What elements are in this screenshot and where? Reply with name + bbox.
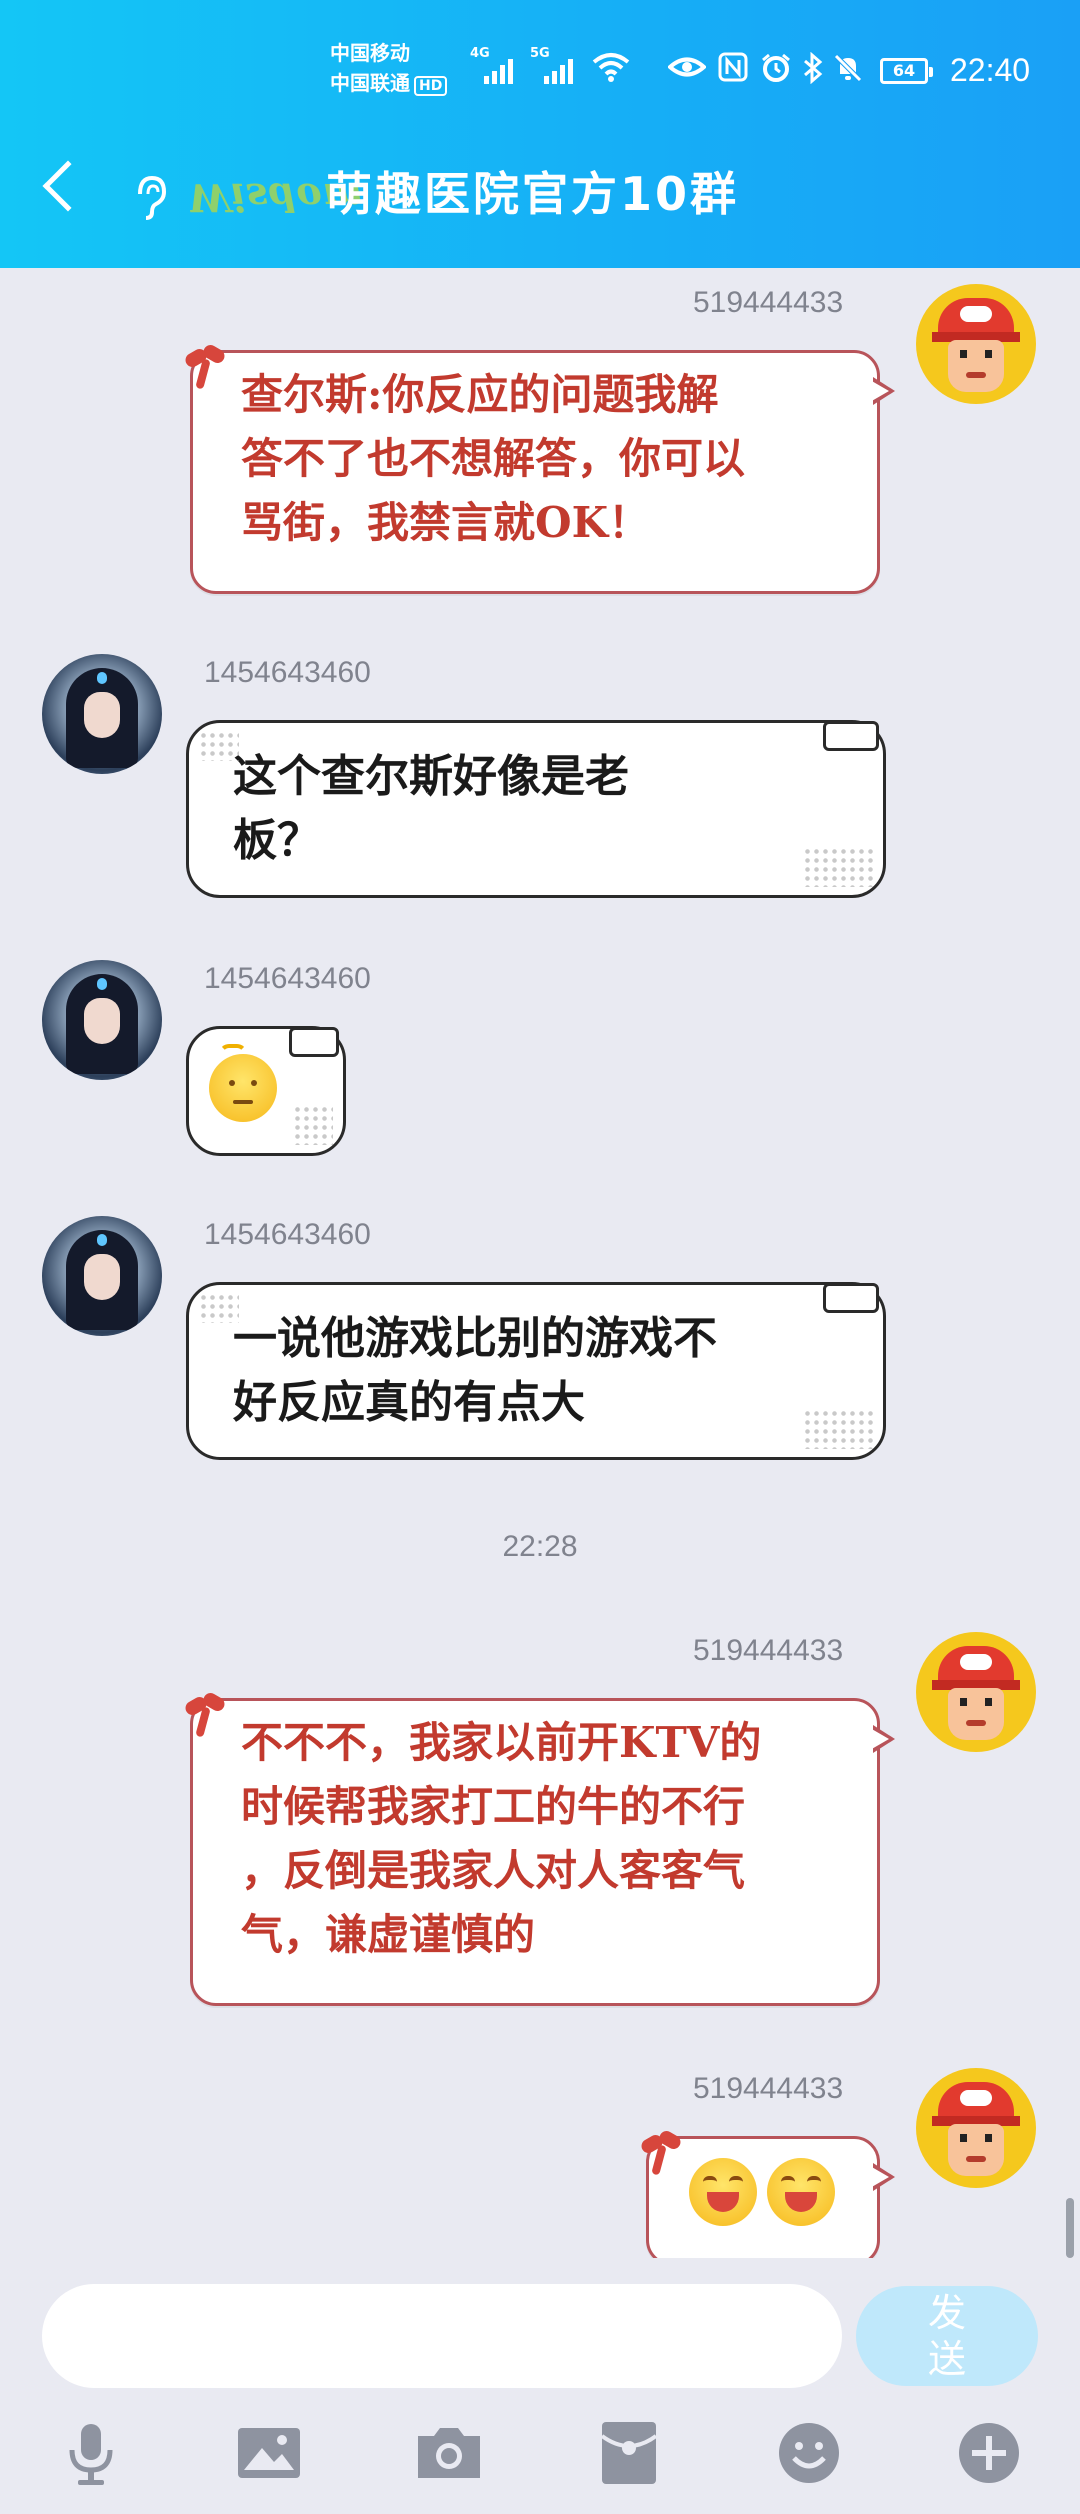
top-bar: 中国移动 中国联通 HD 4G 5G 64 22:40 Wisdom 萌趣医院官… bbox=[0, 0, 1080, 268]
battery-icon: 64 bbox=[880, 58, 933, 84]
message-bubble[interactable]: 查尔斯:你反应的问题我解 答不了也不想解答，你可以 骂街，我禁言就OK！ bbox=[182, 342, 895, 594]
message-line: 板？ bbox=[233, 815, 321, 866]
ear-icon[interactable] bbox=[130, 172, 170, 234]
red-packet-icon[interactable] bbox=[594, 2418, 664, 2488]
bow-decoration bbox=[182, 342, 231, 391]
eye-icon bbox=[666, 52, 708, 88]
camera-icon[interactable] bbox=[414, 2418, 484, 2488]
message-line: ，反倒是我家人对人客客气 bbox=[241, 1846, 746, 1895]
message-line: 答不了也不想解答，你可以 bbox=[241, 434, 746, 483]
laughing-face-emoji bbox=[689, 2158, 757, 2226]
wifi-icon bbox=[592, 52, 630, 88]
status-bar: 中国移动 中国联通 HD 4G 5G 64 22:40 bbox=[0, 38, 1080, 108]
nfc-icon bbox=[718, 52, 748, 88]
message-line: 时候帮我家打工的牛的不行 bbox=[241, 1782, 746, 1831]
message-bubble[interactable]: 一说他游戏比别的游戏不 好反应真的有点大 bbox=[186, 1282, 886, 1460]
message-line: 好反应真的有点大 bbox=[233, 1377, 585, 1428]
message-line: 这个查尔斯好像是老 bbox=[233, 751, 629, 802]
back-button[interactable] bbox=[42, 160, 94, 212]
avatar[interactable] bbox=[42, 960, 162, 1080]
message-line: 骂街，我禁言就OK！ bbox=[241, 498, 651, 547]
message-line: 一说他游戏比别的游戏不 bbox=[233, 1313, 717, 1364]
avatar[interactable] bbox=[42, 654, 162, 774]
sender-name: 1454643460 bbox=[204, 962, 371, 995]
page-title: 萌趣医院官方10群 bbox=[326, 167, 740, 221]
chat-timestamp: 22:28 bbox=[502, 1530, 578, 1563]
emoji-icon[interactable] bbox=[774, 2418, 844, 2488]
message-input[interactable] bbox=[42, 2284, 842, 2388]
microphone-icon[interactable] bbox=[56, 2418, 126, 2488]
sender-name: 519444433 bbox=[693, 1634, 844, 1667]
message-line: 气，谦虚谨慎的 bbox=[241, 1910, 536, 1959]
alarm-icon bbox=[760, 52, 792, 90]
message-line: 不不不，我家以前开KTV的 bbox=[241, 1718, 762, 1767]
sender-name: 519444433 bbox=[693, 2072, 844, 2105]
avatar[interactable] bbox=[916, 284, 1036, 404]
image-icon[interactable] bbox=[234, 2418, 304, 2488]
send-label-1: 发 bbox=[927, 2291, 966, 2335]
message-line: 查尔斯:你反应的问题我解 bbox=[241, 370, 719, 419]
avatar[interactable] bbox=[916, 2068, 1036, 2188]
send-label-2: 送 bbox=[927, 2337, 966, 2381]
sender-name: 1454643460 bbox=[204, 656, 371, 689]
message-bubble[interactable] bbox=[186, 1026, 346, 1156]
sender-name: 1454643460 bbox=[204, 1218, 371, 1251]
scrollbar[interactable] bbox=[1066, 2198, 1074, 2258]
calm-face-emoji bbox=[209, 1043, 277, 1122]
message-bubble[interactable]: 不不不，我家以前开KTV的 时候帮我家打工的牛的不行 ，反倒是我家人对人客客气 … bbox=[182, 1690, 895, 2006]
chat-area[interactable]: 519444433 查尔斯:你反应的问题我解 答不了也不想解答，你可以 骂街，我… bbox=[0, 268, 1080, 2258]
carrier-info: 中国移动 中国联通 HD bbox=[330, 38, 448, 98]
avatar[interactable] bbox=[42, 1216, 162, 1336]
bow-decoration bbox=[182, 1690, 231, 1739]
hd-badge: HD bbox=[414, 76, 448, 96]
mute-icon bbox=[832, 52, 864, 90]
composer: 发 送 bbox=[0, 2258, 1080, 2514]
status-time: 22:40 bbox=[950, 52, 1031, 88]
sender-name: 519444433 bbox=[693, 286, 844, 319]
plus-icon[interactable] bbox=[954, 2418, 1024, 2488]
message-bubble[interactable]: 这个查尔斯好像是老 板？ bbox=[186, 720, 886, 898]
laughing-face-emoji bbox=[767, 2158, 835, 2226]
bluetooth-icon bbox=[802, 51, 824, 90]
bow-decoration bbox=[638, 2128, 687, 2177]
send-button[interactable]: 发 送 bbox=[856, 2286, 1038, 2386]
avatar[interactable] bbox=[916, 1632, 1036, 1752]
carrier-1: 中国移动 bbox=[330, 41, 410, 65]
carrier-2: 中国联通 bbox=[330, 71, 410, 95]
message-bubble[interactable] bbox=[638, 2128, 895, 2258]
